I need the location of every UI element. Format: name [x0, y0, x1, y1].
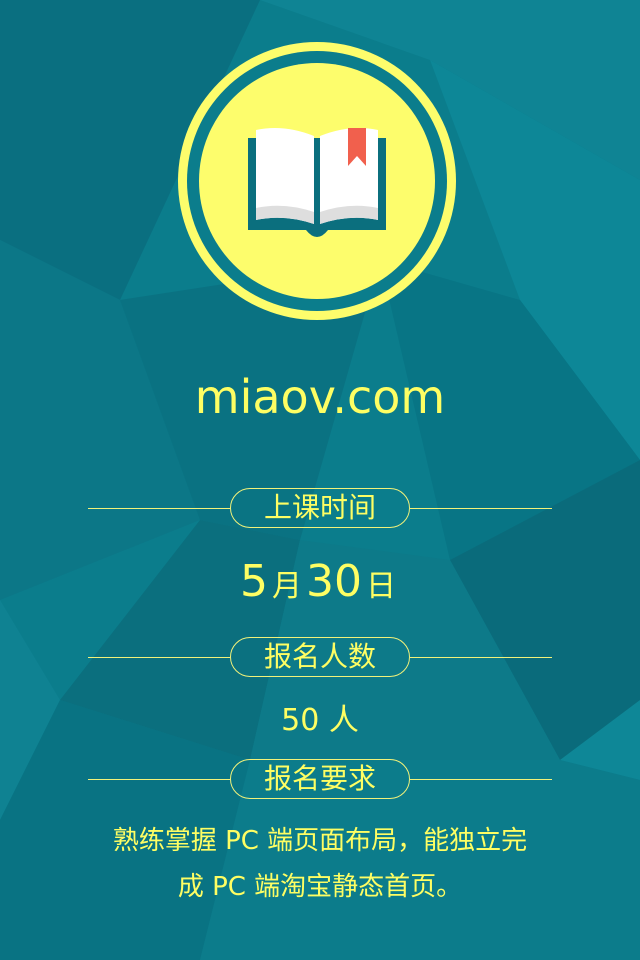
- divider-line: [88, 779, 230, 780]
- divider-line: [410, 657, 552, 658]
- date-month-unit: 月: [272, 569, 302, 604]
- enrollment-count: 50 人: [281, 703, 359, 738]
- enrollment-label-pill: 报名人数: [230, 637, 410, 677]
- date-month: 5: [240, 556, 268, 607]
- divider-line: [410, 779, 552, 780]
- page-content: miaov.com 上课时间 5 月30 日 报名人数 50 人 报名要求 熟练掌握…: [0, 0, 640, 960]
- requirements-label-pill: 报名要求: [230, 759, 410, 799]
- requirements-line-1: 熟练掌握 PC 端页面布局，能独立完: [112, 826, 528, 856]
- section-header-requirements: 报名要求: [88, 759, 552, 799]
- divider-line: [410, 508, 552, 509]
- schedule-label-pill: 上课时间: [230, 488, 410, 528]
- open-book-icon: [178, 42, 456, 320]
- section-header-enrollment: 报名人数: [88, 637, 552, 677]
- requirements-text: 熟练掌握 PC 端页面布局，能独立完 成 PC 端淘宝静态首页。: [90, 818, 550, 910]
- divider-line: [88, 657, 230, 658]
- date-day-unit: 日: [366, 569, 396, 604]
- divider-line: [88, 508, 230, 509]
- site-name: miaov.com: [194, 370, 446, 424]
- requirements-line-2: 成 PC 端淘宝静态首页。: [177, 872, 463, 902]
- class-date: 5 月30 日: [0, 552, 640, 621]
- section-header-schedule: 上课时间: [88, 488, 552, 528]
- date-day: 30: [306, 556, 362, 607]
